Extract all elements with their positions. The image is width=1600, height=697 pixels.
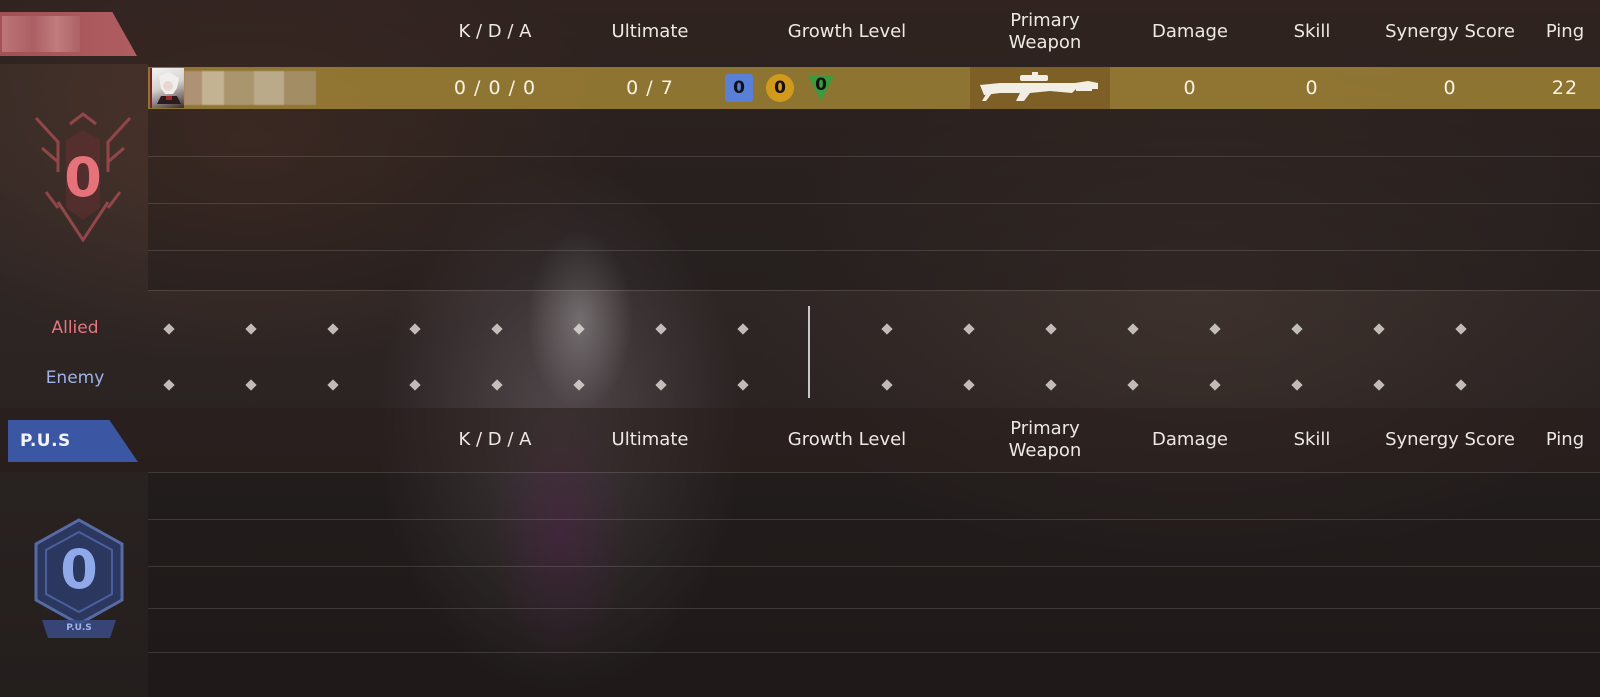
enemy-score-emblem: 0 P.U.S xyxy=(24,516,134,646)
header-damage: Damage xyxy=(1152,429,1228,450)
row-divider xyxy=(148,472,1600,473)
row-divider xyxy=(148,566,1600,567)
header-growth-level: Growth Level xyxy=(787,429,907,450)
allied-lane-dot xyxy=(1455,323,1467,335)
row-divider xyxy=(148,652,1600,653)
row-divider xyxy=(148,290,1600,291)
header-skill: Skill xyxy=(1293,429,1331,450)
allied-lane-dot xyxy=(963,323,975,335)
allied-lane-dot xyxy=(327,323,339,335)
enemy-lane-dot xyxy=(1373,379,1385,391)
allied-lane-dot xyxy=(655,323,667,335)
header-synergy-score: Synergy Score xyxy=(1385,429,1515,450)
player-skill: 0 xyxy=(1305,77,1319,99)
player-name-blurred xyxy=(184,71,316,105)
enemy-lane-dot xyxy=(409,379,421,391)
growth-level-green-value: 0 xyxy=(815,75,827,95)
growth-level-gold-value: 0 xyxy=(774,78,786,98)
allied-lane-dot xyxy=(1291,323,1303,335)
enemy-lane-dot xyxy=(963,379,975,391)
player-avatar xyxy=(150,68,184,108)
player-ping: 22 xyxy=(1551,77,1579,99)
row-divider xyxy=(148,250,1600,251)
enemy-lane-dot xyxy=(163,379,175,391)
allied-lane-label: Allied xyxy=(51,318,99,338)
allied-score-value: 0 xyxy=(64,145,102,209)
allied-team-tag xyxy=(0,12,137,56)
allied-lane-dot xyxy=(881,323,893,335)
growth-level-green-icon: 0 xyxy=(806,73,836,103)
header-primary-weapon: Primary Weapon xyxy=(1008,10,1082,53)
enemy-lane-dot xyxy=(737,379,749,391)
header-synergy-score: Synergy Score xyxy=(1385,21,1515,42)
enemy-lane-dot xyxy=(327,379,339,391)
enemy-lane-label: Enemy xyxy=(45,368,105,388)
allied-player-row[interactable]: 0 / 0 / 0 0 / 7 0 0 0 0 0 0 22 xyxy=(148,67,1600,109)
header-ping: Ping xyxy=(1545,21,1585,42)
enemy-lane-dot xyxy=(1127,379,1139,391)
allied-lane-dot xyxy=(1045,323,1057,335)
enemy-lane-dot xyxy=(491,379,503,391)
row-divider xyxy=(148,608,1600,609)
player-synergy-score: 0 xyxy=(1443,77,1457,99)
allied-lane-dot xyxy=(737,323,749,335)
enemy-lane-dot xyxy=(573,379,585,391)
enemy-lane-dot xyxy=(1045,379,1057,391)
header-primary-weapon: Primary Weapon xyxy=(1008,418,1082,461)
allied-lane-dot xyxy=(491,323,503,335)
header-ultimate: Ultimate xyxy=(611,21,689,42)
header-ultimate: Ultimate xyxy=(611,429,689,450)
sniper-rifle-icon xyxy=(980,72,1098,101)
player-kda: 0 / 0 / 0 xyxy=(453,77,537,99)
allied-lane-dot xyxy=(245,323,257,335)
enemy-lane-dot xyxy=(1291,379,1303,391)
primary-weapon-cell xyxy=(970,67,1110,109)
enemy-player-list xyxy=(148,472,1600,697)
row-divider xyxy=(148,519,1600,520)
header-growth-level: Growth Level xyxy=(787,21,907,42)
header-ping: Ping xyxy=(1545,429,1585,450)
header-kda: K / D / A xyxy=(458,429,532,450)
row-divider xyxy=(148,203,1600,204)
enemy-lane-dot xyxy=(1209,379,1221,391)
enemy-header-row: K / D / A Ultimate Growth Level Primary … xyxy=(0,408,1600,472)
enemy-lane-dot xyxy=(655,379,667,391)
header-skill: Skill xyxy=(1293,21,1331,42)
allied-lane-dot xyxy=(163,323,175,335)
lane-midline xyxy=(808,306,810,398)
player-ultimate: 0 / 7 xyxy=(626,77,674,99)
growth-level-blue-value: 0 xyxy=(733,78,745,98)
enemy-score-value: 0 xyxy=(60,538,98,601)
growth-level-gold-icon: 0 xyxy=(765,73,795,103)
header-kda: K / D / A xyxy=(458,21,532,42)
row-divider xyxy=(148,156,1600,157)
player-damage: 0 xyxy=(1183,77,1197,99)
allied-lane-dot xyxy=(1127,323,1139,335)
allied-score-emblem: 0 xyxy=(28,112,138,242)
growth-level-blue-icon: 0 xyxy=(724,73,754,103)
enemy-lane-dot xyxy=(881,379,893,391)
allied-lane-dot xyxy=(1209,323,1221,335)
enemy-lane-dot xyxy=(1455,379,1467,391)
enemy-lane-dot xyxy=(245,379,257,391)
enemy-emblem-label: P.U.S xyxy=(66,623,92,633)
allied-header-row: K / D / A Ultimate Growth Level Primary … xyxy=(0,0,1600,64)
header-damage: Damage xyxy=(1152,21,1228,42)
allied-lane-dot xyxy=(1373,323,1385,335)
allied-lane-dot xyxy=(573,323,585,335)
allied-lane-dot xyxy=(409,323,421,335)
